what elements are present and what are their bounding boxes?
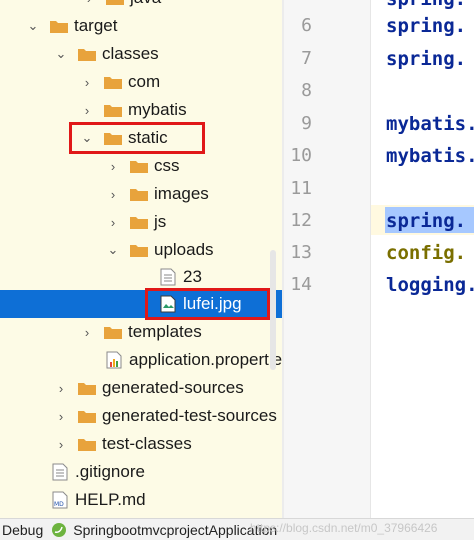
tree-item-js[interactable]: › js: [0, 208, 282, 236]
tree-item-target[interactable]: ⌄ target: [0, 12, 282, 40]
tree-item-application-properties[interactable]: application.properties: [0, 346, 282, 374]
code-line: config.: [386, 242, 467, 264]
chevron-right-icon[interactable]: ›: [54, 381, 68, 396]
tree-item-com[interactable]: › com: [0, 68, 282, 96]
editor-gutter: 6 7 8 9 10 11 12 13 14: [284, 0, 370, 518]
tree-item-gitignore[interactable]: .gitignore: [0, 458, 282, 486]
tree-item-label: 23: [183, 267, 202, 286]
markdown-file-icon: MD: [52, 491, 68, 509]
chevron-right-icon[interactable]: ›: [80, 75, 94, 90]
folder-icon: [104, 131, 122, 145]
line-number: 11: [290, 178, 312, 199]
chevron-right-icon[interactable]: ›: [54, 437, 68, 452]
tree-item-label: uploads: [154, 240, 214, 259]
tree-item-templates[interactable]: › templates: [0, 318, 282, 346]
folder-icon: [130, 187, 148, 201]
chevron-right-icon[interactable]: ›: [106, 187, 120, 202]
tree-item-label: com: [128, 72, 161, 91]
chevron-right-icon[interactable]: ›: [82, 0, 96, 6]
tree-item-label: js: [154, 212, 167, 231]
code-line: mybatis.: [386, 145, 474, 167]
folder-icon: [50, 19, 68, 33]
chevron-down-icon[interactable]: ⌄: [54, 46, 68, 61]
folder-icon: [78, 381, 96, 395]
text-file-icon: [160, 268, 176, 286]
folder-icon: [78, 437, 96, 451]
tree-item-css[interactable]: › css: [0, 152, 282, 180]
text-file-icon: [52, 463, 68, 481]
line-number: 9: [301, 113, 312, 134]
tree-item-help-md[interactable]: MD HELP.md: [0, 486, 282, 514]
tree-item-label: target: [74, 16, 118, 35]
run-configuration[interactable]: SpringbootmvcprojectApplication: [73, 522, 277, 538]
tree-item-label: test-classes: [102, 434, 192, 453]
tree-item-file-23[interactable]: 23: [0, 263, 282, 291]
folder-icon: [78, 409, 96, 423]
tree-item-generated-sources[interactable]: › generated-sources: [0, 374, 282, 402]
chevron-down-icon[interactable]: ⌄: [26, 18, 40, 33]
tree-item-uploads[interactable]: ⌄ uploads: [0, 236, 282, 264]
line-number: 12: [290, 210, 312, 231]
line-number: 14: [290, 274, 312, 295]
tree-item-label: generated-test-sources: [102, 406, 277, 425]
folder-icon: [130, 215, 148, 229]
tree-item-java[interactable]: › java: [0, 0, 282, 12]
project-tree: › java ⌄ target ⌄ classes › com › mybati…: [0, 0, 282, 518]
folder-icon: [104, 325, 122, 339]
tree-item-label: static: [128, 128, 168, 147]
svg-text:MD: MD: [54, 501, 64, 508]
tree-item-label: lufei.jpg: [183, 294, 242, 313]
properties-file-icon: [106, 351, 122, 369]
code-editor[interactable]: spring. spring. spring. mybatis. mybatis…: [371, 0, 474, 518]
code-line: mybatis.: [386, 113, 474, 135]
tree-item-classes[interactable]: ⌄ classes: [0, 40, 282, 68]
tree-item-label: images: [154, 184, 209, 203]
tree-item-test-classes[interactable]: › test-classes: [0, 430, 282, 458]
tree-item-label: mybatis: [128, 100, 187, 119]
chevron-right-icon[interactable]: ›: [80, 325, 94, 340]
folder-icon: [104, 103, 122, 117]
folder-icon: [78, 47, 96, 61]
line-number: 10: [290, 145, 312, 166]
chevron-down-icon[interactable]: ⌄: [106, 242, 120, 257]
code-line: spring.: [386, 15, 467, 37]
tree-item-label: generated-sources: [102, 378, 244, 397]
spring-app-icon: [51, 522, 67, 538]
line-number: 8: [301, 80, 312, 101]
code-line: spring.: [386, 210, 467, 232]
folder-icon: [130, 243, 148, 257]
tree-item-label: templates: [128, 322, 202, 341]
tree-item-label: classes: [102, 44, 159, 63]
debug-tab[interactable]: Debug: [2, 522, 43, 538]
tree-item-images[interactable]: › images: [0, 180, 282, 208]
tree-item-label: application.properties: [129, 350, 282, 369]
folder-icon: [104, 75, 122, 89]
code-line: logging.: [386, 274, 474, 296]
line-number: 6: [301, 15, 312, 36]
tree-item-label: HELP.md: [75, 490, 146, 509]
chevron-down-icon[interactable]: ⌄: [80, 130, 94, 145]
folder-icon: [106, 0, 124, 5]
folder-icon: [130, 159, 148, 173]
code-line: spring.: [386, 48, 467, 70]
chevron-right-icon[interactable]: ›: [106, 159, 120, 174]
image-file-icon: [160, 295, 176, 313]
tree-item-label: java: [130, 0, 161, 8]
line-number: 13: [290, 242, 312, 263]
chevron-right-icon[interactable]: ›: [54, 409, 68, 424]
watermark: https://blog.csdn.net/m0_37966426: [250, 521, 438, 535]
code-line: spring.: [386, 0, 466, 10]
tree-item-mybatis[interactable]: › mybatis: [0, 96, 282, 124]
tree-item-label: css: [154, 156, 180, 175]
tree-item-label: .gitignore: [75, 462, 145, 481]
tree-item-lufei-jpg[interactable]: lufei.jpg: [0, 290, 282, 318]
tree-item-generated-test-sources[interactable]: › generated-test-sources: [0, 402, 282, 430]
chevron-right-icon[interactable]: ›: [106, 215, 120, 230]
line-number: 7: [301, 48, 312, 69]
tree-scrollbar[interactable]: [270, 250, 276, 370]
chevron-right-icon[interactable]: ›: [80, 103, 94, 118]
tree-item-static[interactable]: ⌄ static: [0, 124, 282, 152]
